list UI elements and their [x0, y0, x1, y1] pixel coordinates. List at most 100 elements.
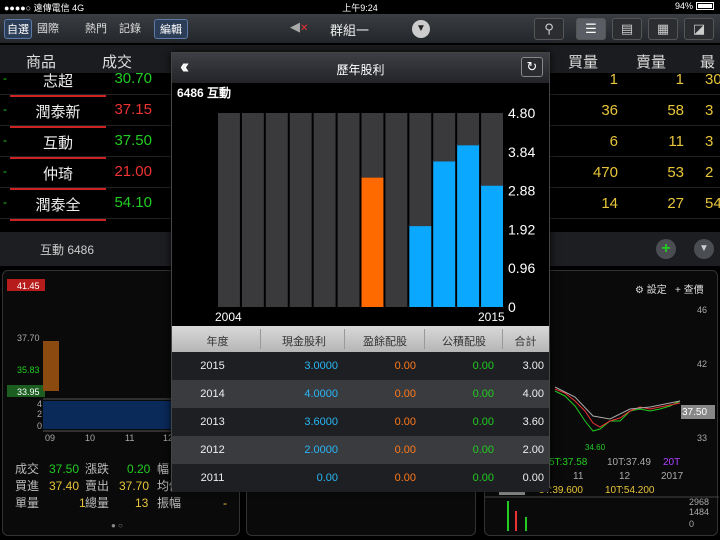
y-tick-label: 0.96: [508, 260, 535, 276]
cell-year: 2013: [200, 416, 225, 428]
tab-records[interactable]: 記錄: [116, 19, 144, 39]
th-cash-dividend: 現金股利: [282, 336, 326, 348]
y-tick-label: 4.80: [508, 105, 535, 121]
th-year: 年度: [206, 336, 229, 348]
cell-total: 0.00: [522, 472, 544, 484]
stat-label: 單量: [15, 496, 40, 510]
time-tick: 09: [45, 433, 56, 443]
ask-volume: 53: [667, 164, 684, 181]
table-row: 2015 3.0000 0.00 0.00 3.00: [172, 352, 549, 380]
add-icon[interactable]: +: [656, 239, 676, 259]
volume-tick: 1484: [689, 507, 710, 517]
stock-price: 54.10: [114, 194, 152, 211]
clock: 上午9:24: [342, 3, 378, 13]
trend-indicator: -: [3, 164, 7, 178]
ma5-label: 5T:37.58: [549, 457, 588, 468]
volume-tick: 4: [37, 399, 43, 409]
stock-name: 潤泰全: [10, 194, 106, 221]
tab-favorites[interactable]: 自選: [4, 19, 32, 39]
column-divider: [260, 329, 261, 349]
trend-indicator: -: [3, 195, 7, 209]
ask-volume: 11: [668, 133, 684, 150]
chart-view-icon[interactable]: ◪: [684, 18, 714, 40]
table-row: 2012 2.0000 0.00 0.00 2.00: [172, 436, 549, 464]
price-bar: [43, 341, 59, 391]
stat-label: 振幅: [157, 496, 182, 510]
price-tick: 37.70: [17, 333, 40, 343]
edit-button[interactable]: 編輯: [154, 19, 188, 39]
month-tick: 12: [619, 471, 631, 482]
stat-value: 13: [135, 496, 149, 510]
search-icon[interactable]: ⚲: [534, 18, 564, 40]
table-header: 年度 現金股利 盈餘配股 公積配股 合計: [172, 326, 549, 352]
refresh-icon[interactable]: ↻: [521, 57, 543, 77]
cell-earnings: 0.00: [394, 472, 416, 484]
time-tick: 11: [125, 433, 135, 443]
cell-cash: 3.0000: [304, 360, 338, 372]
status-bar: ●●●●○ 遠傳電信 4G 上午9:24 94%: [0, 0, 720, 14]
bar-background: [289, 113, 312, 307]
list-view-icon[interactable]: ☰: [576, 18, 606, 40]
table-view-icon[interactable]: ▤: [612, 18, 642, 40]
cell-year: 2011: [200, 472, 225, 484]
x-tick-label: 2004: [215, 310, 242, 324]
collapse-chevron-icon[interactable]: ▼: [694, 239, 714, 259]
cell-earnings: 0.00: [394, 444, 416, 456]
stock-name: 仲琦: [10, 163, 106, 190]
dialog-title: 歷年股利: [336, 63, 385, 77]
bar-background: [218, 113, 240, 307]
dividend-table: 年度 現金股利 盈餘配股 公積配股 合計 2015 3.0000 0.00 0.…: [172, 326, 549, 492]
dividend-bar: [409, 226, 432, 307]
cell-capital: 0.00: [472, 388, 494, 400]
volume-tick: 0: [689, 519, 695, 529]
y-tick-label: 0: [508, 299, 516, 315]
ma20-label: 20T: [663, 457, 681, 468]
chevron-down-icon[interactable]: ▼: [412, 20, 430, 38]
bar-background: [241, 113, 264, 307]
trend-indicator: -: [3, 133, 7, 147]
grid-view-icon[interactable]: ▦: [648, 18, 678, 40]
tab-international[interactable]: 國際: [34, 19, 62, 39]
tab-popular[interactable]: 熱門: [82, 19, 110, 39]
price-tick: 41.45: [17, 281, 40, 291]
stat-label: 漲跌: [85, 462, 110, 476]
cell-earnings: 0.00: [394, 416, 416, 428]
low-price-label: 34.60: [585, 443, 606, 452]
stat-label: 買進: [15, 479, 40, 493]
bid-volume: 470: [592, 164, 618, 181]
volume-ma10-label: 10T:54.200: [605, 485, 655, 496]
group-title[interactable]: 群組一: [330, 20, 369, 39]
dividend-bar-chart: 0 0.96 1.92 2.88 3.84 4.80 2004 2015: [215, 103, 549, 325]
stat-label: 總量: [85, 496, 110, 510]
price-tick: 46: [697, 305, 708, 315]
cell-year: 2012: [200, 444, 225, 456]
cell-year: 2014: [200, 388, 225, 400]
stat-label: 成交: [15, 462, 40, 476]
dividend-bar: [361, 177, 384, 307]
price-tick: 33: [697, 433, 708, 443]
ask-volume: 1: [675, 71, 684, 88]
bid-volume: 36: [601, 102, 618, 119]
bid-volume: 14: [601, 195, 618, 212]
stock-price: 21.00: [114, 163, 152, 180]
mute-icon[interactable]: ◀✕: [290, 19, 308, 35]
y-axis-panel: [506, 103, 549, 325]
stock-name: 潤泰新: [10, 101, 106, 128]
current-price-label: 37.50: [682, 407, 708, 418]
cell-cash: 0.00: [316, 472, 338, 484]
cell-earnings: 0.00: [394, 360, 416, 372]
page-indicator[interactable]: ● ○: [111, 521, 123, 530]
table-row: 2014 4.0000 0.00 0.00 4.00: [172, 380, 549, 408]
th-capital-stock: 公積配股: [442, 336, 486, 348]
column-divider: [344, 329, 345, 349]
high-price: 30: [705, 71, 720, 88]
top-toolbar: 自選 國際 熱門 記錄 編輯 ◀✕ 群組一 ▼ ⚲ ☰ ▤ ▦ ◪: [0, 14, 720, 44]
stock-price: 37.50: [114, 132, 152, 149]
volume-bar: [515, 511, 517, 531]
price-tick: 33.95: [17, 387, 40, 397]
dividend-bar: [457, 145, 480, 307]
stock-name: 志超: [10, 70, 106, 97]
dividend-bar: [481, 185, 503, 307]
cell-total: 3.00: [522, 360, 544, 372]
th-total: 合計: [514, 336, 537, 348]
